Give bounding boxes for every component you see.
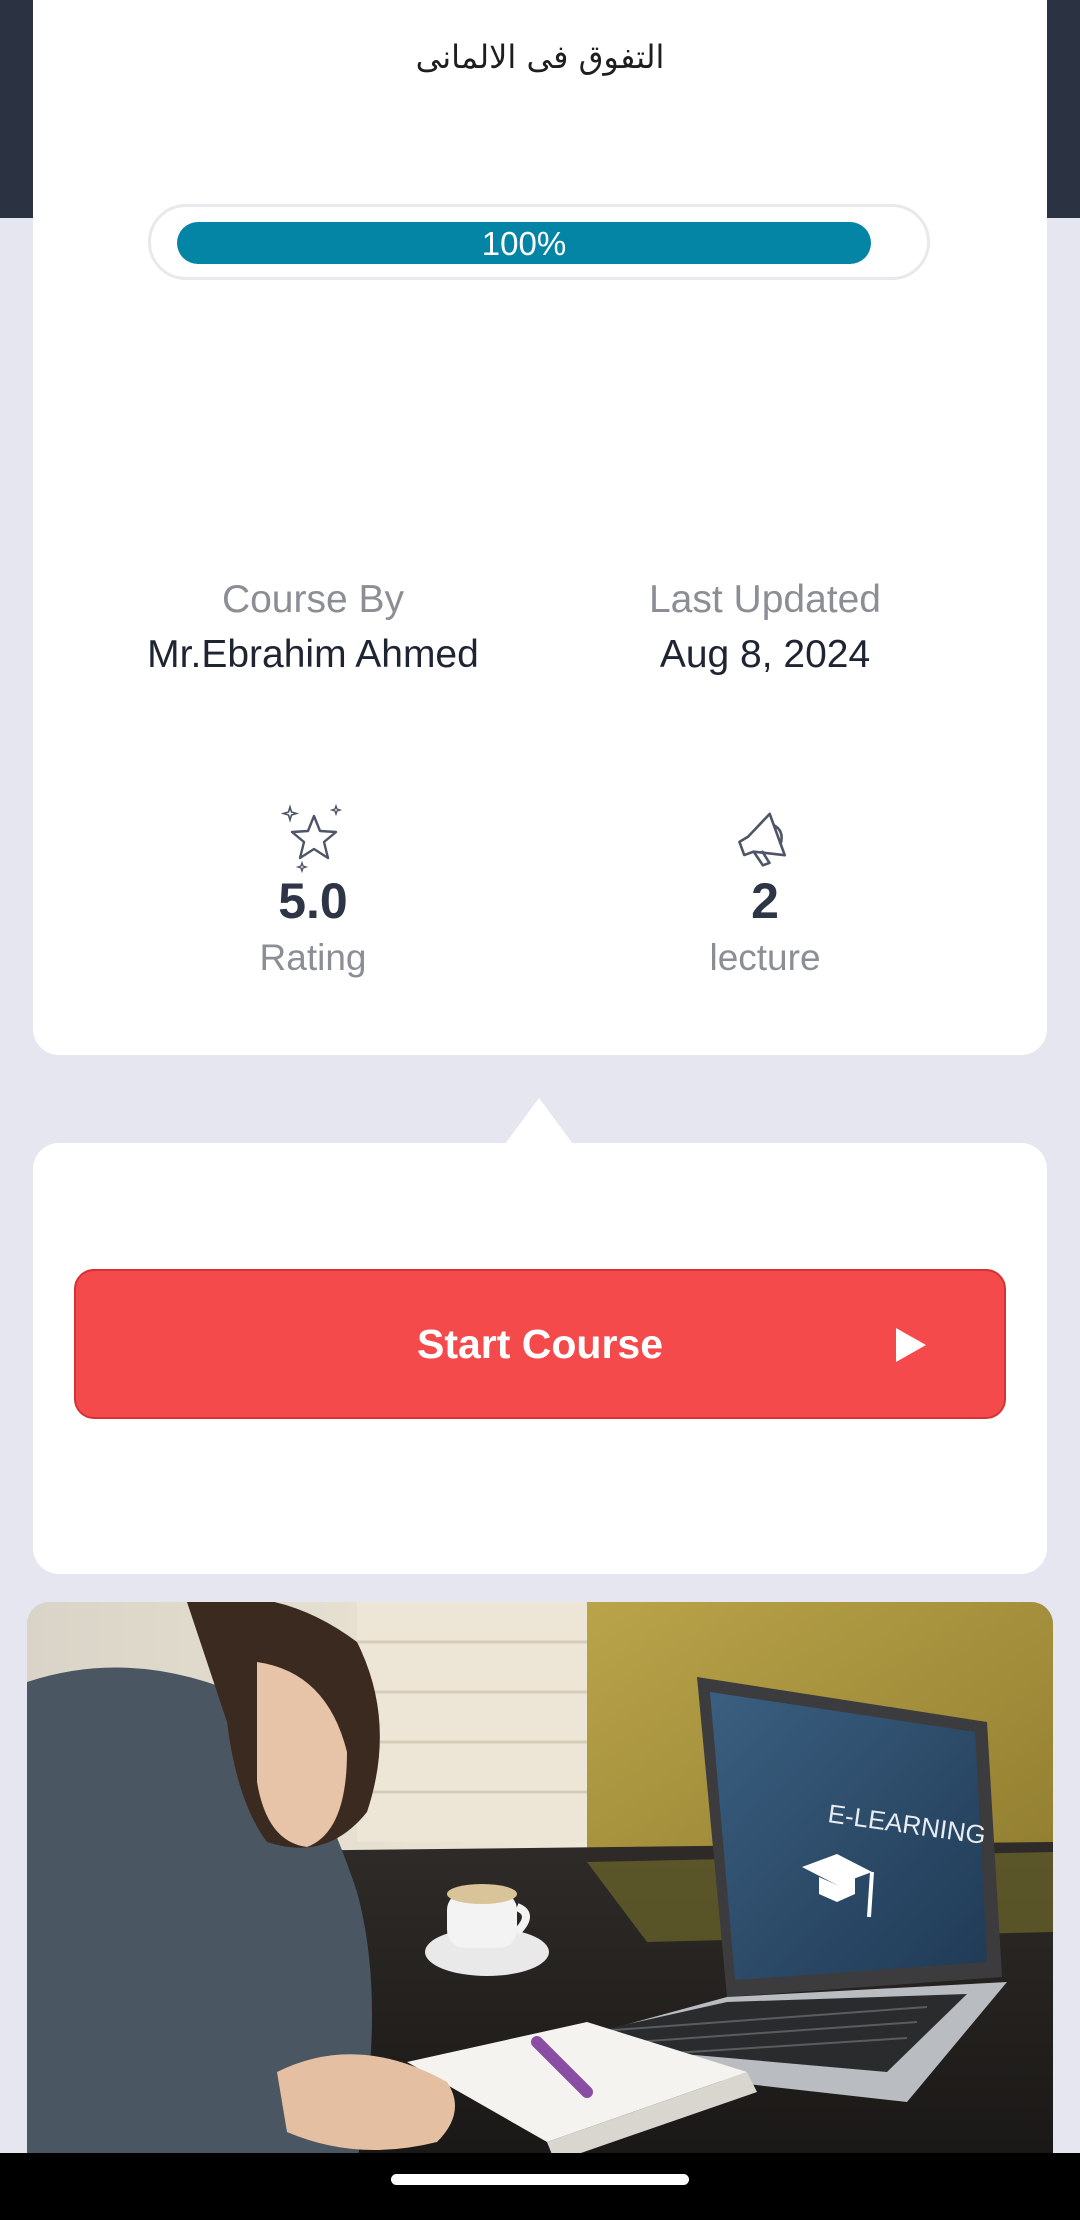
lecture-label: lecture	[709, 937, 821, 978]
course-by-section: Course By Mr.Ebrahim Ahmed	[63, 575, 563, 680]
progress-label: 100%	[481, 225, 567, 262]
course-progress-bar: 100%	[148, 204, 930, 280]
lecture-count: 2	[751, 873, 779, 929]
course-by-label: Course By	[221, 578, 405, 621]
course-title: التفوق فى الالمانى	[415, 38, 665, 76]
star-sparkle-icon	[280, 803, 343, 873]
start-course-label: Start Course	[416, 1321, 664, 1367]
last-updated-value: Aug 8, 2024	[659, 633, 871, 676]
course-hero-image: E-LEARNING	[27, 1602, 1053, 2162]
card-pointer-arrow	[505, 1098, 573, 1144]
last-updated-label: Last Updated	[648, 578, 881, 621]
home-indicator[interactable]	[391, 2174, 689, 2185]
start-course-button[interactable]: Start Course	[74, 1269, 1006, 1419]
rating-value: 5.0	[278, 873, 348, 929]
e-learning-illustration: E-LEARNING	[27, 1602, 1053, 2162]
progress-fill: 100%	[177, 222, 871, 264]
megaphone-icon	[738, 812, 787, 867]
rating-stat: 5.0 Rating	[63, 803, 563, 981]
system-navigation-bar	[0, 2153, 1080, 2220]
course-by-value: Mr.Ebrahim Ahmed	[147, 633, 479, 676]
lecture-stat: 2 lecture	[515, 803, 1015, 981]
play-icon	[896, 1328, 926, 1362]
start-course-card: Start Course	[33, 1143, 1047, 1574]
last-updated-section: Last Updated Aug 8, 2024	[515, 575, 1015, 680]
rating-label: Rating	[259, 937, 367, 978]
